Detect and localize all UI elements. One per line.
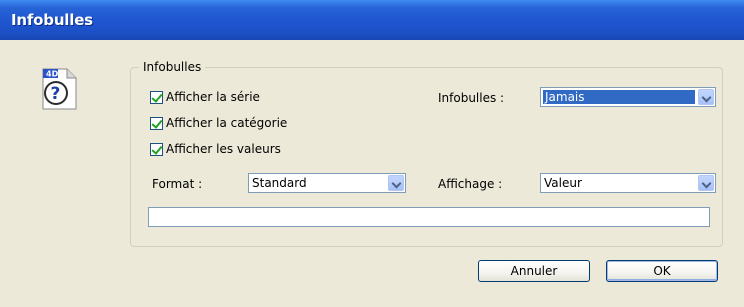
affichage-label: Affichage :	[438, 177, 503, 191]
infobulles-value: Jamais	[543, 90, 695, 104]
ok-button[interactable]: OK	[606, 260, 718, 282]
groupbox-title: Infobulles	[139, 60, 206, 74]
svg-text:4D: 4D	[46, 70, 59, 79]
affichage-value: Valeur	[544, 176, 582, 190]
format-label: Format :	[152, 177, 203, 191]
dialog-body: 4D ? Infobulles Afficher la série Affich…	[0, 40, 744, 307]
format-value: Standard	[252, 176, 307, 190]
chevron-down-icon[interactable]	[698, 89, 714, 105]
checkbox-checked-icon[interactable]	[150, 90, 163, 104]
checkbox-afficher-serie[interactable]: Afficher la série	[150, 89, 260, 105]
checkbox-label: Afficher la série	[166, 90, 260, 104]
chevron-down-icon[interactable]	[388, 175, 404, 191]
affichage-select[interactable]: Valeur	[540, 173, 716, 193]
checkbox-afficher-valeurs[interactable]: Afficher les valeurs	[150, 141, 281, 157]
dialog-window: Infobulles 4D ? Infobulles Afficher la s…	[0, 0, 744, 307]
title-bar[interactable]: Infobulles	[0, 0, 744, 40]
checkbox-label: Afficher la catégorie	[166, 116, 288, 130]
chevron-down-icon[interactable]	[698, 175, 714, 191]
infobulles-select[interactable]: Jamais	[540, 87, 716, 107]
custom-format-input[interactable]	[148, 207, 710, 227]
checkbox-checked-icon[interactable]	[150, 116, 163, 130]
window-title: Infobulles	[11, 11, 93, 29]
cancel-button[interactable]: Annuler	[478, 260, 590, 282]
checkbox-label: Afficher les valeurs	[166, 142, 281, 156]
4d-help-icon: 4D ?	[39, 66, 79, 112]
svg-text:?: ?	[51, 84, 61, 104]
checkbox-checked-icon[interactable]	[150, 142, 163, 156]
format-select[interactable]: Standard	[248, 173, 406, 193]
infobulles-label: Infobulles :	[438, 91, 505, 105]
checkbox-afficher-categorie[interactable]: Afficher la catégorie	[150, 115, 287, 131]
